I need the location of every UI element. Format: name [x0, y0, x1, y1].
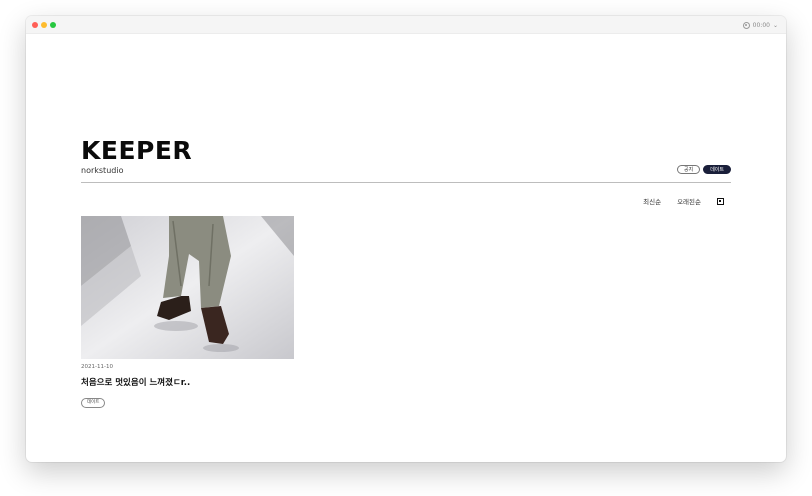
- chevron-down-icon: ⌄: [772, 21, 778, 29]
- status-menu[interactable]: 00:00 ⌄: [742, 19, 778, 31]
- post-thumbnail[interactable]: [81, 216, 294, 359]
- screenshot-stage: 00:00 ⌄ KEEPER norkstudio 공지 데이트 최신순 오래된…: [0, 0, 812, 496]
- filter-notice[interactable]: 공지: [676, 165, 701, 174]
- post-title[interactable]: 처음으로 멋있음이 느껴졌ㄷr..: [81, 376, 294, 388]
- filter-date[interactable]: 데이트: [703, 165, 731, 174]
- post-card[interactable]: 2021-11-10 처음으로 멋있음이 느껴졌ㄷr.. 데이트: [81, 216, 294, 408]
- sort-oldest[interactable]: 오래된순: [677, 196, 701, 206]
- title-bar: 00:00 ⌄: [26, 16, 786, 34]
- browser-window: 00:00 ⌄ KEEPER norkstudio 공지 데이트 최신순 오래된…: [26, 16, 786, 462]
- sort-bar: 최신순 오래된순: [643, 196, 724, 206]
- photo-image: [81, 216, 294, 359]
- record-icon: [742, 21, 750, 29]
- maximize-window-button[interactable]: [50, 22, 56, 28]
- post-date: 2021-11-10: [81, 364, 113, 370]
- header-divider: [81, 182, 731, 183]
- close-window-button[interactable]: [32, 22, 38, 28]
- sort-latest[interactable]: 최신순: [643, 196, 661, 206]
- status-time: 00:00: [752, 21, 770, 29]
- site-subtitle: norkstudio: [81, 166, 124, 175]
- site-title[interactable]: KEEPER: [81, 136, 192, 165]
- post-tag[interactable]: 데이트: [81, 398, 106, 408]
- category-filters: 공지 데이트: [676, 165, 731, 174]
- minimize-window-button[interactable]: [41, 22, 47, 28]
- layout-toggle-icon[interactable]: [717, 197, 724, 205]
- page-content: KEEPER norkstudio 공지 데이트 최신순 오래된순 2021-1…: [26, 34, 786, 462]
